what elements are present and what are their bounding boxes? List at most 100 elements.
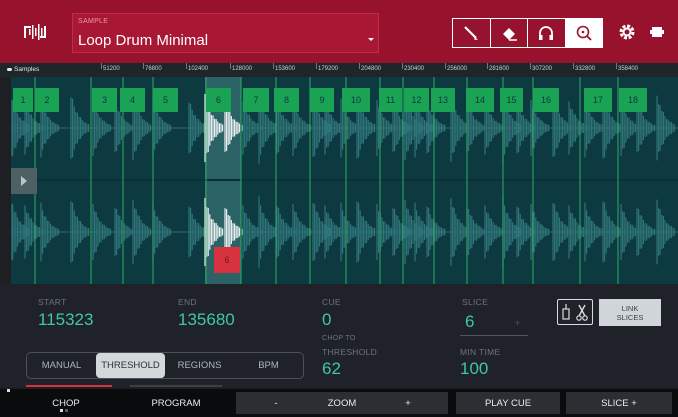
end-label: END: [178, 297, 197, 307]
ruler-tick: [230, 63, 231, 69]
slice-tag-18[interactable]: 18: [619, 88, 647, 112]
ruler-tick-label: 230400: [404, 66, 425, 72]
slice-tag-13[interactable]: 13: [431, 88, 455, 112]
slice-value[interactable]: 6: [465, 312, 474, 332]
ruler-visibility-icon: [7, 68, 12, 71]
slice-tag-9[interactable]: 9: [310, 88, 334, 112]
threshold-value[interactable]: 62: [322, 359, 341, 379]
ruler-tick: [573, 63, 574, 69]
ruler-label: Samples: [14, 66, 40, 73]
slice-tag-3[interactable]: 3: [92, 88, 117, 112]
page-indicator: [60, 409, 74, 412]
start-label: START: [38, 297, 67, 307]
slice-tag-11[interactable]: 11: [379, 88, 402, 112]
ruler-tick: [445, 63, 446, 69]
slice-tag-1[interactable]: 1: [13, 88, 33, 112]
pencil-tool-button[interactable]: [453, 19, 491, 47]
ruler-tick: [530, 63, 531, 69]
ruler-tick-label: 128000: [232, 66, 253, 72]
ruler-tick: [359, 63, 360, 69]
ruler-tick-label: 179200: [318, 66, 339, 72]
eraser-tool-button[interactable]: [491, 19, 528, 47]
ruler-tick: [616, 63, 617, 69]
ruler-tick-label: 358400: [618, 66, 639, 72]
slice-tag-2[interactable]: 2: [35, 88, 59, 112]
eraser-icon: [502, 28, 517, 41]
end-value[interactable]: 135680: [178, 310, 235, 330]
sample-edit-screen: SAMPLE Loop Drum Minimal Samples 51200 7…: [0, 0, 678, 417]
sample-name: Loop Drum Minimal: [78, 32, 209, 49]
slice-increment[interactable]: +: [515, 318, 520, 328]
slice-tag-5[interactable]: 5: [153, 88, 178, 112]
slice-label: SLICE: [462, 297, 489, 307]
threshold-label: THRESHOLD: [322, 347, 378, 357]
ruler-tick: [316, 63, 317, 69]
chop-scissors-button[interactable]: [557, 299, 593, 325]
ruler-tick-label: 76800: [145, 66, 162, 72]
chevron-down-icon: [368, 38, 374, 41]
ruler-tick: [186, 63, 187, 69]
corner-indicator: [7, 389, 10, 392]
header-bar: SAMPLE Loop Drum Minimal: [0, 0, 678, 63]
slice-tag-16[interactable]: 16: [533, 88, 559, 112]
play-cue-button[interactable]: PLAY CUE: [456, 392, 560, 414]
cue-label: CUE: [322, 297, 341, 307]
slice-tag-8[interactable]: 8: [274, 88, 299, 112]
link-slices-button[interactable]: LINK SLICES: [599, 299, 661, 326]
zoom-tool-button[interactable]: [565, 19, 602, 47]
start-value[interactable]: 115323: [38, 310, 93, 330]
ruler-tick-label: 256000: [447, 66, 468, 72]
sample-ruler: Samples 51200 76800 102400 128000 153600 1792…: [0, 63, 678, 77]
ruler-tick-label: 307200: [532, 66, 553, 72]
selected-slice-marker[interactable]: 6: [214, 247, 240, 273]
slice-tag-15[interactable]: 15: [500, 88, 523, 112]
ruler-tick-label: 332800: [575, 66, 596, 72]
chop-to-label: CHOP TO: [322, 335, 356, 342]
edit-tool-group: [452, 18, 603, 48]
ruler-tick: [273, 63, 274, 69]
scissors-icon: [562, 304, 588, 321]
cue-value[interactable]: 0: [322, 310, 331, 330]
min-time-label: MIN TIME: [460, 347, 501, 357]
mode-regions[interactable]: REGIONS: [165, 353, 234, 378]
ruler-tick: [101, 63, 102, 69]
mode-manual[interactable]: MANUAL: [27, 353, 96, 378]
link-slices-label-line1: LINK: [621, 303, 639, 313]
slice-tag-6[interactable]: 6: [206, 88, 231, 112]
slice-tag-17[interactable]: 17: [584, 88, 612, 112]
min-time-value[interactable]: 100: [460, 359, 488, 379]
ruler-tick-label: 153600: [275, 66, 296, 72]
battery-icon: [650, 27, 664, 37]
headphones-tool-button[interactable]: [528, 19, 566, 47]
ruler-tick: [487, 63, 488, 69]
slice-tag-7[interactable]: 7: [243, 88, 269, 112]
pencil-icon: [464, 26, 479, 40]
ruler-tick-label: 204800: [361, 66, 382, 72]
inactive-tab-indicator: [130, 385, 222, 387]
mode-bpm[interactable]: BPM: [234, 353, 303, 378]
slice-tag-12[interactable]: 12: [404, 88, 429, 112]
zoom-label: ZOOM: [316, 392, 368, 414]
ruler-tick-label: 102400: [188, 66, 209, 72]
slice-tag-14[interactable]: 14: [466, 88, 494, 112]
link-slices-label-line2: SLICES: [616, 312, 644, 322]
ruler-tick: [402, 63, 403, 69]
ruler-tick-label: 281600: [489, 66, 510, 72]
waveform-mode-icon[interactable]: [22, 20, 50, 44]
zoom-in-button[interactable]: +: [368, 392, 448, 414]
slice-tag-10[interactable]: 10: [342, 88, 370, 112]
zoom-out-button[interactable]: -: [236, 392, 316, 414]
program-mode-button[interactable]: PROGRAM: [124, 392, 228, 414]
ruler-tick: [143, 63, 144, 69]
play-icon: [21, 176, 27, 186]
gear-icon[interactable]: [617, 22, 637, 42]
play-sample-button[interactable]: [11, 168, 37, 194]
slice-tag-4[interactable]: 4: [120, 88, 145, 112]
sample-caption: SAMPLE: [78, 18, 109, 25]
sample-selector[interactable]: SAMPLE Loop Drum Minimal: [72, 13, 379, 53]
chop-mode-selector: MANUAL THRESHOLD REGIONS BPM: [26, 352, 304, 379]
mode-threshold[interactable]: THRESHOLD: [96, 353, 165, 378]
zoom-icon: [576, 25, 592, 41]
slice-field-underline: [460, 335, 528, 336]
slice-add-button[interactable]: SLICE +: [566, 392, 672, 414]
